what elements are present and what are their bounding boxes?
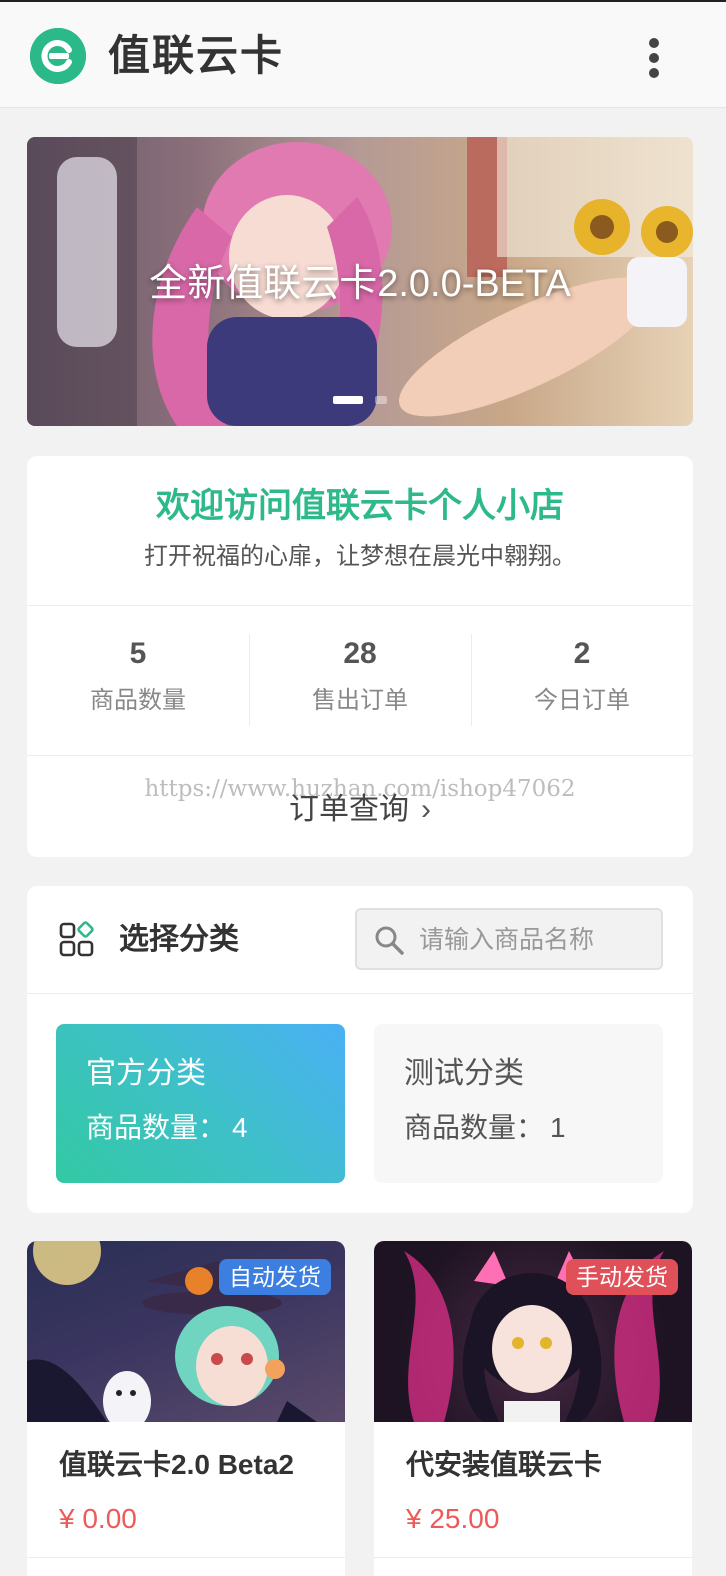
more-menu-button[interactable] bbox=[640, 36, 668, 80]
category-tile-official[interactable]: 官方分类 商品数量： 4 bbox=[56, 1024, 345, 1183]
divider bbox=[27, 1557, 345, 1558]
manual-delivery-badge: 手动发货 bbox=[566, 1259, 678, 1295]
product-price: ¥ 25.00 bbox=[406, 1503, 500, 1534]
carousel-indicator bbox=[27, 391, 693, 409]
stat-products: 5 商品数量 bbox=[27, 632, 249, 716]
order-query-label: 订单查询 bbox=[289, 793, 409, 826]
category-section-title: 选择分类 bbox=[119, 923, 239, 956]
stat-sold-orders: 28 售出订单 bbox=[249, 632, 471, 716]
auto-delivery-badge: 自动发货 bbox=[219, 1259, 331, 1295]
app-title: 值联云卡 bbox=[108, 32, 285, 79]
stat-value: 2 bbox=[573, 637, 591, 670]
product-name: 代安装值联云卡 bbox=[406, 1449, 603, 1480]
shop-info-card: 欢迎访问值联云卡个人小店 打开祝福的心扉，让梦想在晨光中翱翔。 5 商品数量 2… bbox=[27, 456, 693, 857]
category-count: 商品数量： 1 bbox=[404, 1112, 566, 1143]
search-icon bbox=[375, 926, 404, 955]
chevron-right-icon: › bbox=[421, 793, 431, 826]
divider bbox=[27, 755, 693, 756]
banner-carousel[interactable]: 全新值联云卡2.0.0-BETA bbox=[27, 137, 693, 426]
divider bbox=[374, 1557, 692, 1558]
product-image: 自动发货 bbox=[27, 1241, 345, 1422]
banner-caption: 全新值联云卡2.0.0-BETA bbox=[149, 263, 571, 305]
stat-value: 5 bbox=[129, 637, 147, 670]
search-box[interactable] bbox=[355, 908, 663, 970]
order-query-link[interactable]: 订单查询 › bbox=[27, 790, 693, 830]
category-grid-icon bbox=[59, 921, 94, 957]
stat-label: 商品数量 bbox=[90, 687, 186, 714]
category-card: 选择分类 官方分类 商品数量：4 测试分类 商品数量：1 bbox=[27, 886, 693, 1213]
divider bbox=[27, 605, 693, 606]
stat-label: 今日订单 bbox=[534, 687, 630, 714]
shop-welcome-title: 欢迎访问值联云卡个人小店 bbox=[156, 487, 564, 525]
brand-logo-icon[interactable] bbox=[30, 28, 86, 84]
top-bar: 值联云卡 bbox=[0, 0, 726, 108]
more-vertical-icon bbox=[649, 38, 659, 48]
category-name: 测试分类 bbox=[404, 1057, 524, 1090]
product-image: 手动发货 bbox=[374, 1241, 692, 1422]
carousel-dot-active[interactable] bbox=[333, 396, 363, 404]
product-search-input[interactable] bbox=[419, 920, 649, 960]
category-name: 官方分类 bbox=[86, 1057, 206, 1090]
shop-subtitle: 打开祝福的心扉，让梦想在晨光中翱翔。 bbox=[144, 543, 576, 570]
product-name: 值联云卡2.0 Beta2 bbox=[59, 1449, 294, 1480]
product-card[interactable]: 手动发货 代安装值联云卡 ¥ 25.00 bbox=[374, 1241, 692, 1576]
product-card[interactable]: 自动发货 值联云卡2.0 Beta2 ¥ 0.00 bbox=[27, 1241, 345, 1576]
divider bbox=[27, 993, 693, 994]
product-price: ¥ 0.00 bbox=[59, 1503, 137, 1534]
stat-today-orders: 2 今日订单 bbox=[471, 632, 693, 716]
stat-value: 28 bbox=[343, 637, 377, 670]
category-count: 商品数量： 4 bbox=[86, 1112, 248, 1143]
category-tile-test[interactable]: 测试分类 商品数量： 1 bbox=[374, 1024, 663, 1183]
carousel-dot[interactable] bbox=[375, 396, 387, 404]
stat-label: 售出订单 bbox=[312, 687, 408, 714]
